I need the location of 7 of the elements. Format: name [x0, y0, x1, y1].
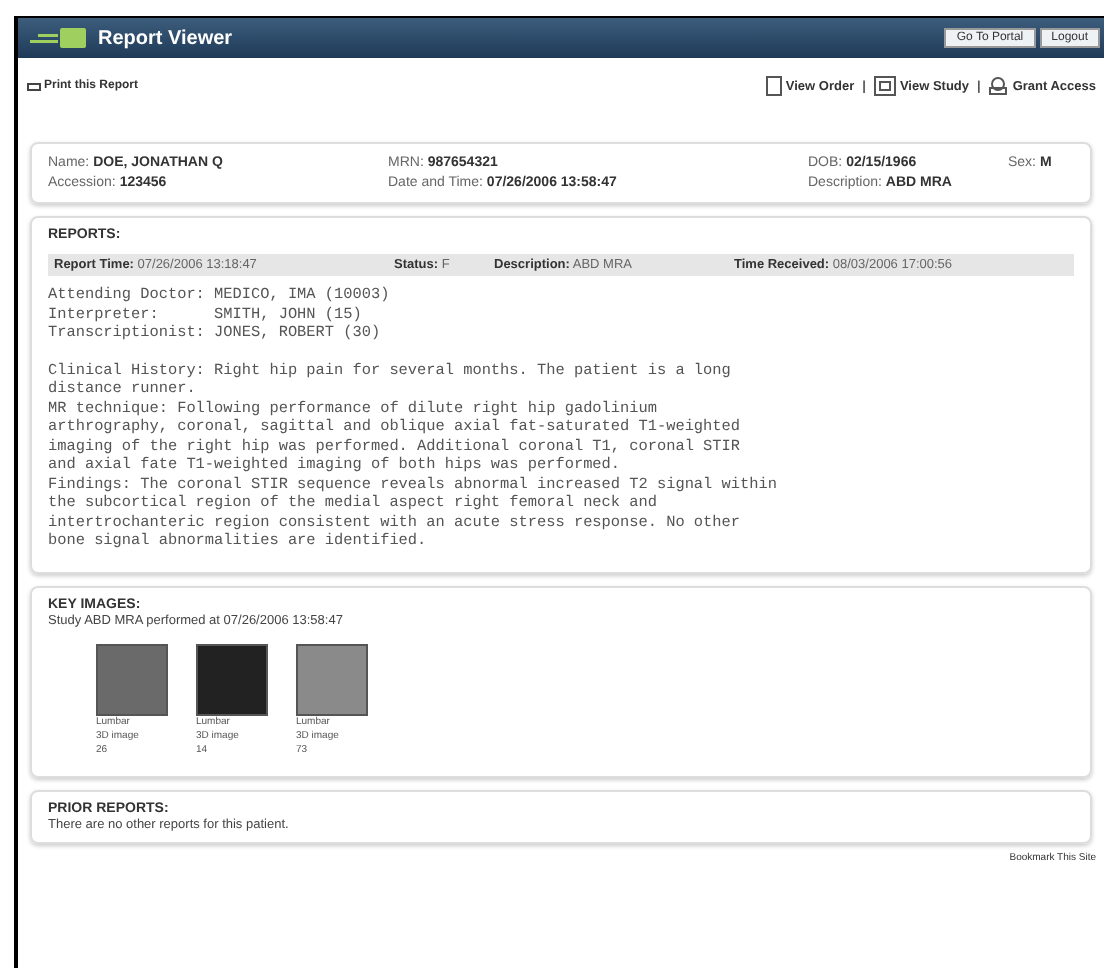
image-frame-icon: [873, 76, 896, 96]
document-icon: [765, 76, 782, 96]
image-thumbnail[interactable]: [196, 643, 268, 715]
logo-icon: [30, 26, 90, 50]
app-title: Report Viewer: [98, 27, 233, 49]
image-thumbnail[interactable]: [96, 643, 168, 715]
image-thumbnail[interactable]: [296, 643, 368, 715]
